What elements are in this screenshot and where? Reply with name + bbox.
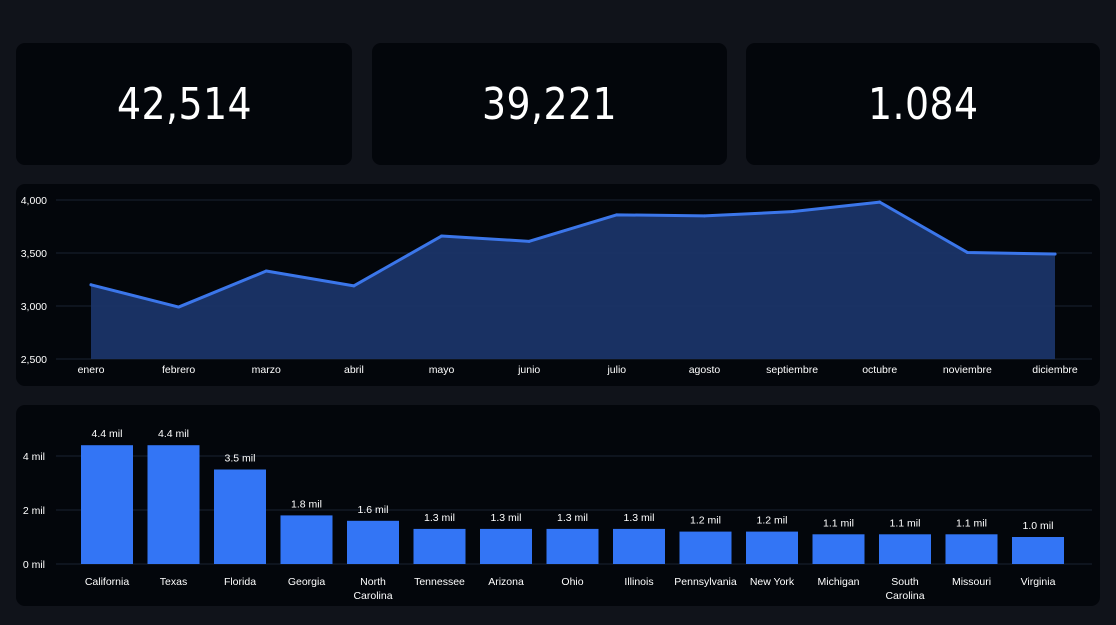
x-tick-label: septiembre	[766, 364, 818, 376]
data-label: 1.3 mil	[624, 512, 655, 524]
x-tick-label: abril	[344, 364, 364, 376]
x-tick-label: Texas	[160, 576, 187, 588]
x-tick-label: octubre	[862, 364, 897, 376]
data-label: 1.1 mil	[823, 517, 854, 529]
x-tick-label: Michigan	[817, 576, 859, 588]
x-tick-label: junio	[517, 364, 540, 376]
bar	[147, 445, 200, 564]
x-tick-label: julio	[606, 364, 626, 376]
bar	[812, 534, 865, 564]
data-label: 1.3 mil	[491, 512, 522, 524]
kpi-value-2: 39,221	[482, 78, 617, 130]
x-tick-label: Ohio	[561, 576, 583, 588]
monthly-area-chart: 2,500 3,000 3,500 4,000 enero febrero marzo abr…	[21, 195, 1092, 376]
x-tick-label: Florida	[224, 576, 256, 588]
y-tick-label: 4,000	[21, 195, 47, 207]
data-label: 1.2 mil	[757, 515, 788, 527]
bar	[945, 534, 998, 564]
state-bar-chart: 0 mil 2 mil 4 mil 4.4 mil California 4.4 mil T…	[23, 428, 1092, 602]
bar	[480, 528, 532, 564]
bar	[81, 445, 133, 564]
x-tick-label: febrero	[162, 364, 195, 376]
bar	[214, 469, 266, 564]
data-point	[440, 234, 444, 238]
x-tick-label: marzo	[252, 364, 281, 376]
data-point	[89, 283, 93, 287]
data-label: 1.2 mil	[690, 515, 721, 527]
x-tick-label: South Carolina	[885, 576, 924, 602]
bar	[347, 520, 399, 564]
x-tick-label: North Carolina	[353, 576, 392, 602]
data-label: 3.5 mil	[225, 453, 256, 465]
bar	[746, 531, 798, 564]
data-point	[1053, 252, 1057, 256]
y-tick-label: 4 mil	[23, 451, 45, 463]
kpi-card-1: 42,514	[16, 43, 352, 165]
bar	[1012, 537, 1064, 564]
kpi-card-3: 1.084	[746, 43, 1100, 165]
data-label: 4.4 mil	[158, 428, 189, 440]
x-tick-label: Illinois	[624, 576, 653, 588]
bar	[879, 534, 931, 564]
x-tick-label: Missouri	[952, 576, 991, 588]
data-point	[965, 250, 969, 254]
data-label: 4.4 mil	[92, 428, 123, 440]
x-tick-label: Arizona	[488, 576, 524, 588]
data-point	[878, 200, 882, 204]
data-label: 1.8 mil	[291, 498, 322, 510]
monthly-area-chart-card: 2,500 3,000 3,500 4,000 enero febrero marzo abr…	[16, 184, 1100, 386]
data-label: 1.6 mil	[358, 504, 389, 516]
y-tick-label: 2 mil	[23, 505, 45, 517]
x-tick-label: mayo	[429, 364, 455, 376]
data-point	[790, 210, 794, 214]
y-tick-label: 3,000	[21, 301, 47, 313]
bar	[546, 528, 599, 564]
x-tick-label: Georgia	[288, 576, 326, 588]
bar	[413, 528, 466, 564]
bar	[280, 515, 333, 564]
y-tick-label: 2,500	[21, 354, 47, 366]
data-label: 1.0 mil	[1023, 520, 1054, 532]
bar	[613, 528, 665, 564]
data-label: 1.3 mil	[557, 512, 588, 524]
bar	[679, 531, 732, 564]
kpi-value-3: 1.084	[867, 78, 979, 130]
data-point	[177, 305, 181, 309]
kpi-card-2: 39,221	[372, 43, 727, 165]
data-point	[264, 269, 268, 273]
data-point	[352, 284, 356, 288]
x-tick-label: New York	[750, 576, 795, 588]
area-fill	[91, 202, 1055, 359]
data-label: 1.1 mil	[956, 517, 987, 529]
x-tick-label: noviembre	[943, 364, 992, 376]
x-tick-label: Pennsylvania	[674, 576, 737, 588]
data-point	[615, 213, 619, 217]
x-tick-label: California	[85, 576, 130, 588]
data-label: 1.3 mil	[424, 512, 455, 524]
x-tick-label: Tennessee	[414, 576, 465, 588]
data-point	[527, 239, 531, 243]
data-label: 1.1 mil	[890, 517, 921, 529]
kpi-value-1: 42,514	[116, 78, 252, 130]
data-point	[702, 214, 706, 218]
x-tick-label: enero	[78, 364, 105, 376]
x-tick-label: agosto	[689, 364, 721, 376]
x-tick-label: Virginia	[1021, 576, 1056, 588]
y-tick-label: 0 mil	[23, 559, 45, 571]
state-bar-chart-card: 0 mil 2 mil 4 mil 4.4 mil California 4.4 mil T…	[16, 405, 1100, 606]
y-tick-label: 3,500	[21, 248, 47, 260]
x-tick-label: diciembre	[1032, 364, 1078, 376]
